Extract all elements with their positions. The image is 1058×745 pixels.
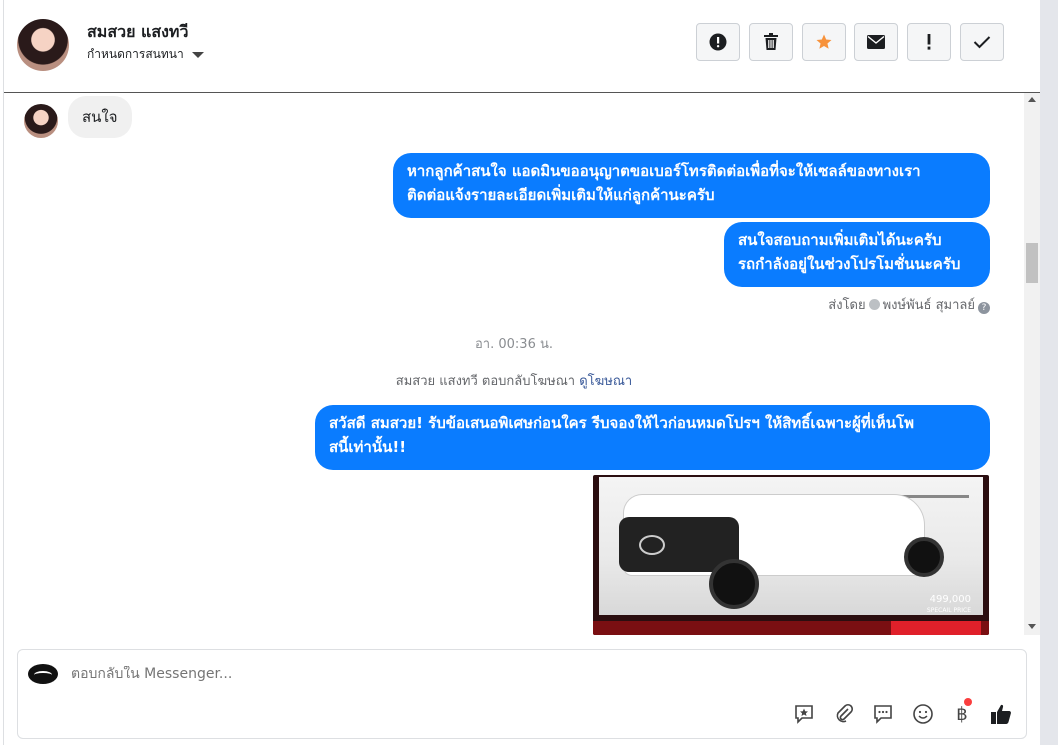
outgoing-message[interactable]: หากลูกค้าสนใจ แอดมินขออนุญาตขอเบอร์โทรติ… xyxy=(393,153,990,218)
ad-banner-strip xyxy=(593,621,989,635)
contact-avatar-small[interactable] xyxy=(24,104,58,138)
verified-icon xyxy=(868,299,880,310)
saved-reply-icon xyxy=(795,705,813,724)
scroll-thumb[interactable] xyxy=(1026,243,1038,283)
like-button[interactable] xyxy=(989,702,1013,726)
rear-wheel xyxy=(904,537,944,577)
exclamation-circle-icon xyxy=(709,33,727,51)
ad-reply-notice: สมสวย แสงทวี ตอบกลับโฆษณา ดูโฆษณา xyxy=(4,370,1024,391)
ad-reply-text: สมสวย แสงทวี ตอบกลับโฆษณา xyxy=(395,374,576,389)
trash-icon xyxy=(764,33,778,50)
message-timestamp: อา. 00:36 น. xyxy=(475,337,553,352)
toyota-logo-icon xyxy=(639,535,665,555)
report-spam-button[interactable] xyxy=(696,23,740,61)
sent-by-info: ส่งโดย พงษ์พันธ์ สุมาลย์? xyxy=(828,294,990,315)
message-line: รถกำลังอยู่ในช่วงโปรโมชั่นนะครับ xyxy=(738,255,961,273)
chat-template-button[interactable] xyxy=(871,702,895,726)
contact-avatar[interactable] xyxy=(17,19,69,71)
envelope-icon xyxy=(867,35,885,49)
emoji-button[interactable] xyxy=(911,702,935,726)
pickup-truck-photo: 499,000 SPECAIL PRICE xyxy=(599,477,983,615)
promo-badge xyxy=(891,621,981,635)
notification-dot xyxy=(964,698,972,706)
done-button[interactable] xyxy=(960,23,1004,61)
reply-input[interactable] xyxy=(71,666,671,682)
chat-bubble-icon xyxy=(874,705,892,724)
outgoing-message[interactable]: สนใจสอบถามเพิ่มเติมได้นะครับ รถกำลังอยู่… xyxy=(724,222,990,287)
message-line: สนใจสอบถามเพิ่มเติมได้นะครับ xyxy=(738,231,942,249)
incoming-message[interactable]: สนใจ xyxy=(68,96,132,138)
page-avatar xyxy=(28,664,58,684)
scroll-down-arrow-icon[interactable] xyxy=(1028,624,1036,629)
baht-payment-icon: ฿ xyxy=(956,703,968,725)
scroll-up-arrow-icon[interactable] xyxy=(1028,97,1036,102)
emoji-icon xyxy=(913,704,933,724)
assign-conversation-dropdown[interactable]: กำหนดการสนทนา xyxy=(87,45,204,64)
sent-by-label: ส่งโดย xyxy=(828,298,866,313)
help-icon[interactable]: ? xyxy=(978,302,990,314)
follow-up-button[interactable] xyxy=(907,23,951,61)
attach-button[interactable] xyxy=(832,702,856,726)
view-ad-link[interactable]: ดูโฆษณา xyxy=(579,374,632,389)
reply-composer: ฿ xyxy=(17,649,1027,739)
message-thread[interactable]: สนใจ หากลูกค้าสนใจ แอดมินขออนุญาตขอเบอร์… xyxy=(4,93,1024,635)
conversation-header: สมสวย แสงทวี กำหนดการสนทนา xyxy=(4,0,1040,93)
message-line: หากลูกค้าสนใจ แอดมินขออนุญาตขอเบอร์โทรติ… xyxy=(407,162,921,180)
attachment-icon xyxy=(836,703,854,723)
exclamation-icon xyxy=(927,34,931,50)
delete-button[interactable] xyxy=(749,23,793,61)
outgoing-message[interactable]: สวัสดี สมสวย! รับข้อเสนอพิเศษก่อนใคร รีบ… xyxy=(315,405,990,470)
checkmark-icon xyxy=(973,36,991,49)
payment-button[interactable]: ฿ xyxy=(950,698,974,726)
like-icon xyxy=(991,704,1011,724)
ad-price: 499,000 xyxy=(929,594,971,605)
ad-price-caption: SPECAIL PRICE xyxy=(926,607,971,614)
caret-down-icon xyxy=(191,51,204,58)
saved-reply-button[interactable] xyxy=(792,702,816,726)
contact-name[interactable]: สมสวย แสงทวี xyxy=(87,20,188,45)
mark-unread-button[interactable] xyxy=(854,23,898,61)
star-button[interactable] xyxy=(802,23,846,61)
message-line: ติดต่อแจ้งรายละเอียดเพิ่มเติมให้แก่ลูกค้… xyxy=(407,186,715,204)
ad-price-tag: 499,000 SPECAIL PRICE xyxy=(927,594,971,616)
ad-image-attachment[interactable]: 499,000 SPECAIL PRICE xyxy=(593,475,989,635)
front-wheel xyxy=(709,559,759,609)
assign-conversation-label: กำหนดการสนทนา xyxy=(87,47,184,61)
message-line: สวัสดี สมสวย! รับข้อเสนอพิเศษก่อนใคร รีบ… xyxy=(329,414,914,432)
message-line: สนี้เท่านั้น!! xyxy=(329,438,407,456)
star-icon xyxy=(816,34,832,49)
sent-by-name: พงษ์พันธ์ สุมาลย์ xyxy=(882,298,975,313)
thread-scrollbar[interactable] xyxy=(1024,93,1040,635)
page-right-edge xyxy=(1040,0,1058,745)
